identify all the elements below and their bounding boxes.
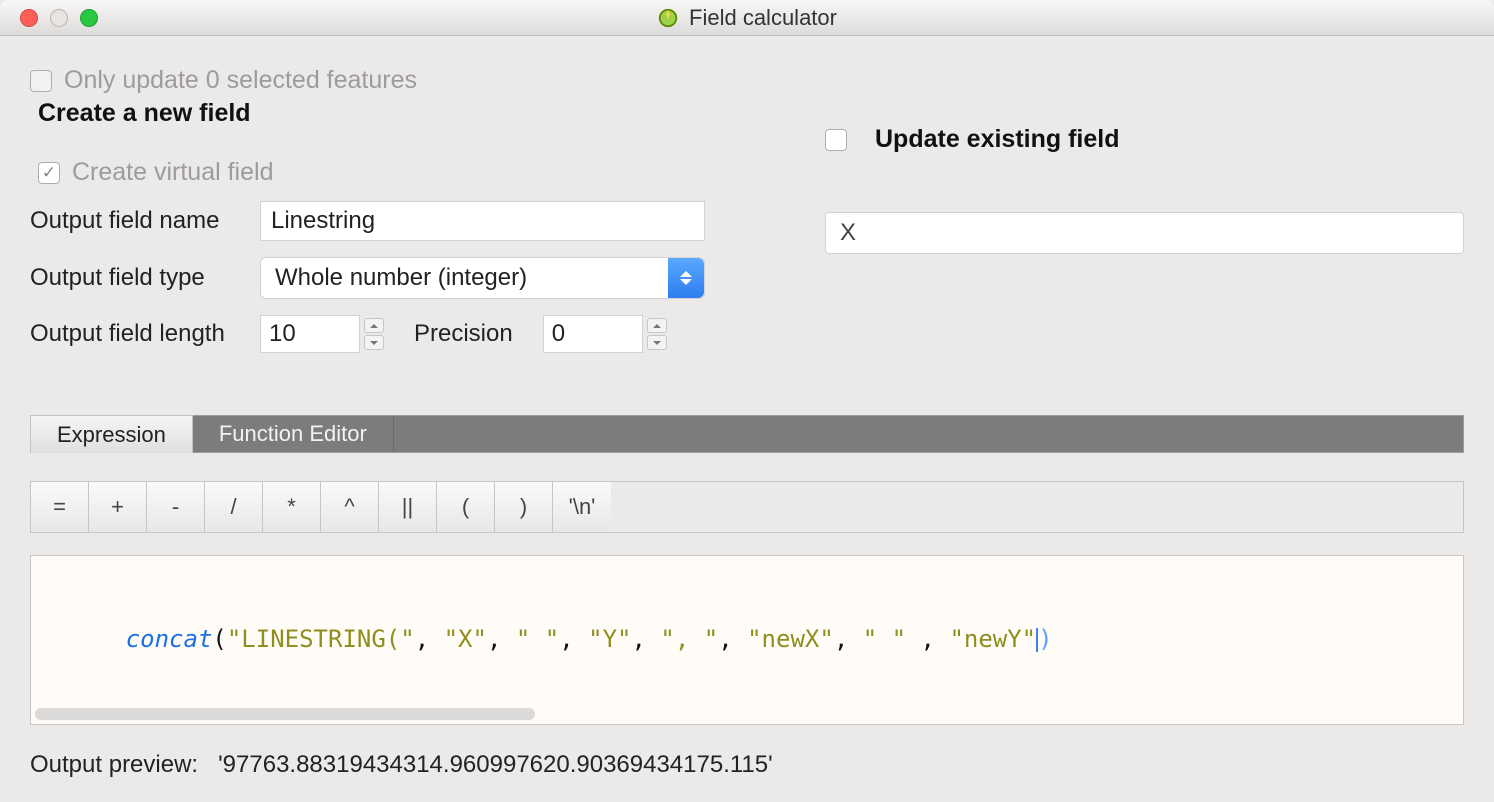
expression-section: Expression Function Editor = + - / * ^ |… bbox=[30, 415, 1464, 779]
update-existing-label: Update existing field bbox=[875, 125, 1119, 154]
tab-function-editor[interactable]: Function Editor bbox=[193, 416, 394, 452]
output-field-name-label: Output field name bbox=[30, 207, 260, 235]
titlebar: Field calculator bbox=[0, 0, 1494, 36]
precision-label: Precision bbox=[414, 320, 513, 348]
expression-input[interactable]: concat("LINESTRING(", "X", " ", "Y", ", … bbox=[30, 555, 1464, 725]
tab-strip: Expression Function Editor bbox=[30, 415, 1464, 453]
op-concat[interactable]: || bbox=[379, 482, 437, 532]
left-col: Create a new field ✓ Create virtual fiel… bbox=[30, 95, 775, 353]
op-star[interactable]: * bbox=[263, 482, 321, 532]
output-field-length-input[interactable] bbox=[260, 315, 360, 353]
output-preview-value: '97763.88319434314.960997620.90369434175… bbox=[218, 751, 773, 779]
content-area: Only update 0 selected features Create a… bbox=[0, 36, 1494, 779]
output-field-length-spinner bbox=[260, 315, 384, 353]
update-existing-row: Update existing field bbox=[825, 125, 1464, 154]
precision-spinner bbox=[543, 315, 667, 353]
expression-scrollbar[interactable] bbox=[35, 708, 535, 720]
output-field-name-input[interactable] bbox=[260, 201, 705, 241]
output-field-length-label: Output field length bbox=[30, 320, 260, 348]
op-caret[interactable]: ^ bbox=[321, 482, 379, 532]
op-minus[interactable]: - bbox=[147, 482, 205, 532]
qgis-icon bbox=[657, 7, 679, 29]
close-icon[interactable] bbox=[20, 9, 38, 27]
create-virtual-row: ✓ Create virtual field bbox=[30, 158, 775, 187]
create-virtual-checkbox[interactable]: ✓ bbox=[38, 162, 60, 184]
create-virtual-label: Create virtual field bbox=[72, 158, 273, 187]
output-preview-row: Output preview: '97763.88319434314.96099… bbox=[30, 751, 1464, 779]
zoom-icon[interactable] bbox=[80, 9, 98, 27]
chevron-updown-icon bbox=[668, 258, 704, 298]
output-preview-label: Output preview: bbox=[30, 751, 198, 779]
field-form: Output field name Output field type Whol… bbox=[30, 201, 775, 353]
only-update-label: Only update 0 selected features bbox=[64, 66, 417, 95]
operator-bar: = + - / * ^ || ( ) '\n' bbox=[30, 481, 1464, 533]
tab-expression[interactable]: Expression bbox=[30, 415, 193, 453]
op-equals[interactable]: = bbox=[31, 482, 89, 532]
length-precision-row: Precision bbox=[260, 315, 775, 353]
existing-field-value: X bbox=[840, 219, 856, 247]
existing-field-select[interactable]: X bbox=[825, 212, 1464, 254]
window-title-text: Field calculator bbox=[689, 5, 837, 31]
length-stepper[interactable] bbox=[364, 318, 384, 350]
create-new-field-title: Create a new field bbox=[30, 99, 775, 128]
output-field-type-select[interactable]: Whole number (integer) bbox=[260, 257, 705, 299]
window-controls bbox=[0, 9, 98, 27]
only-update-row: Only update 0 selected features bbox=[30, 66, 1464, 95]
output-field-type-label: Output field type bbox=[30, 264, 260, 292]
update-existing-checkbox[interactable] bbox=[825, 129, 847, 151]
output-field-type-value: Whole number (integer) bbox=[275, 264, 527, 292]
precision-input[interactable] bbox=[543, 315, 643, 353]
field-calculator-window: Field calculator Only update 0 selected … bbox=[0, 0, 1494, 802]
right-col: Update existing field X bbox=[825, 95, 1464, 353]
two-col-grid: Create a new field ✓ Create virtual fiel… bbox=[30, 95, 1464, 353]
op-lparen[interactable]: ( bbox=[437, 482, 495, 532]
only-update-checkbox bbox=[30, 70, 52, 92]
op-slash[interactable]: / bbox=[205, 482, 263, 532]
op-plus[interactable]: + bbox=[89, 482, 147, 532]
minimize-icon[interactable] bbox=[50, 9, 68, 27]
op-rparen[interactable]: ) bbox=[495, 482, 553, 532]
precision-stepper[interactable] bbox=[647, 318, 667, 350]
window-title: Field calculator bbox=[657, 5, 837, 31]
op-newline[interactable]: '\n' bbox=[553, 482, 611, 532]
